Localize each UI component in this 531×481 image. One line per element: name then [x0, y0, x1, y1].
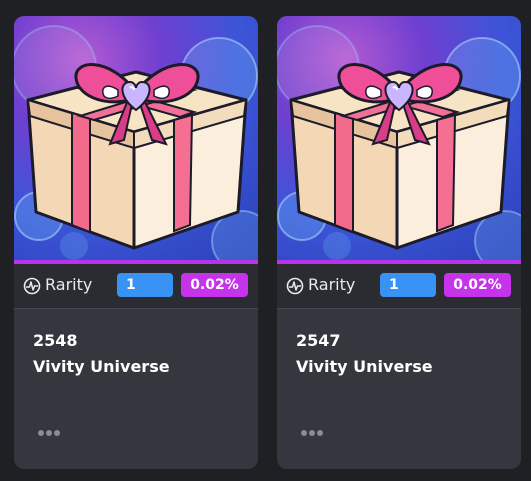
gift-box-illustration [14, 25, 258, 260]
collection-name[interactable]: Vivity Universe [33, 357, 170, 377]
rarity-row: Rarity 1 0.02% [14, 264, 258, 308]
nft-image[interactable] [14, 16, 258, 260]
rarity-pulse-icon [23, 277, 41, 295]
ellipsis-icon [38, 430, 60, 436]
collection-name[interactable]: Vivity Universe [296, 357, 433, 377]
more-options-button[interactable] [36, 425, 64, 441]
card-divider [14, 308, 258, 309]
nft-card[interactable]: Rarity 1 0.02% 2548 Vivity Universe [14, 16, 258, 469]
rarity-rank-badge: 1 [117, 273, 173, 297]
nft-card[interactable]: Rarity 1 0.02% 2547 Vivity Universe [277, 16, 521, 469]
card-divider [277, 308, 521, 309]
rarity-percent-badge: 0.02% [181, 273, 248, 297]
token-id[interactable]: 2548 [33, 331, 78, 351]
rarity-label: Rarity [308, 275, 356, 294]
ellipsis-icon [301, 430, 323, 436]
nft-image[interactable] [277, 16, 521, 260]
more-options-button[interactable] [299, 425, 327, 441]
rarity-row: Rarity 1 0.02% [277, 264, 521, 308]
rarity-rank-badge: 1 [380, 273, 436, 297]
rarity-percent-badge: 0.02% [444, 273, 511, 297]
gift-box-illustration [277, 25, 521, 260]
rarity-pulse-icon [286, 277, 304, 295]
token-id[interactable]: 2547 [296, 331, 341, 351]
rarity-label: Rarity [45, 275, 93, 294]
